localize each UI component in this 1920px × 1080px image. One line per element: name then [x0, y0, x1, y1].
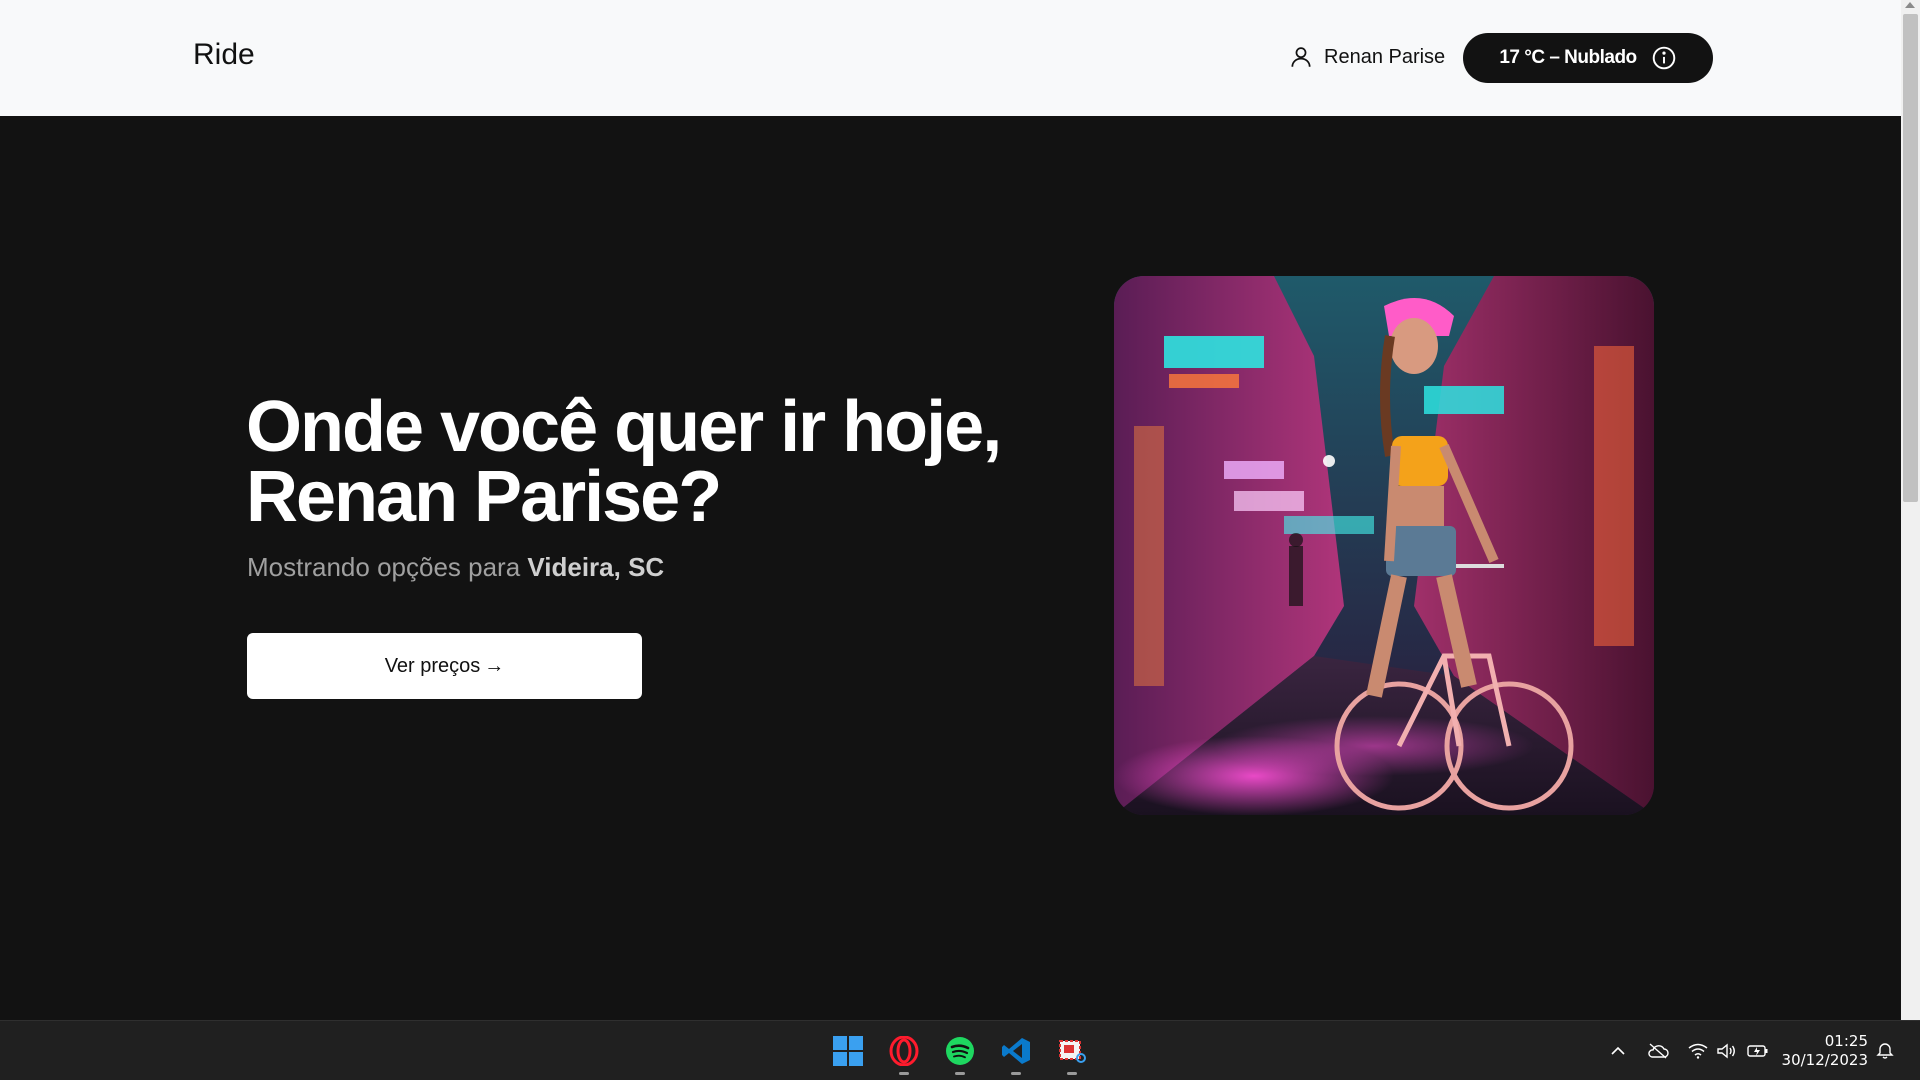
notification-bell-icon — [1876, 1043, 1894, 1059]
hero-title: Onde você quer ir hoje, Renan Parise? — [246, 391, 1026, 533]
user-icon — [1291, 47, 1311, 67]
weather-label: 17 °C – Nublado — [1499, 47, 1637, 68]
chevron-up-icon — [1611, 1046, 1625, 1055]
windows-taskbar: 01:25 30/12/2023 — [0, 1020, 1920, 1080]
onedrive-tray-button[interactable] — [1646, 1039, 1670, 1063]
page-scrollbar[interactable] — [1901, 0, 1920, 1020]
volume-tray-button[interactable] — [1714, 1039, 1738, 1063]
taskbar-opera[interactable] — [886, 1033, 922, 1075]
running-indicator — [955, 1072, 965, 1075]
windows-start-button[interactable] — [830, 1033, 866, 1069]
subtitle-prefix: Mostrando opções para — [247, 552, 528, 582]
cloud-offline-icon — [1648, 1043, 1669, 1059]
user-profile-button[interactable]: Renan Parise — [1288, 44, 1445, 70]
notifications-button[interactable] — [1873, 1039, 1897, 1063]
clock-time: 01:25 — [1824, 1032, 1868, 1050]
show-hidden-icons-button[interactable] — [1606, 1039, 1630, 1063]
scroll-up-icon[interactable] — [1905, 2, 1915, 8]
arrow-right-icon: → — [484, 654, 505, 677]
see-prices-label: Ver preços — [384, 654, 481, 677]
battery-charging-icon — [1747, 1045, 1768, 1057]
windows-start-icon — [833, 1036, 863, 1066]
weather-pill[interactable]: 17 °C – Nublado — [1463, 33, 1713, 83]
subtitle-location: Videira, SC — [527, 552, 665, 582]
info-icon — [1652, 46, 1675, 70]
taskbar-spotify[interactable] — [942, 1033, 978, 1075]
browser-viewport: Ride Renan Parise 17 °C – Nublado Onde v… — [0, 0, 1901, 1020]
taskbar-snipping-tool[interactable] — [1054, 1033, 1090, 1075]
hero-image — [1114, 276, 1654, 815]
battery-tray-button[interactable] — [1746, 1039, 1770, 1063]
see-prices-button[interactable]: Ver preços → — [247, 633, 642, 699]
opera-icon — [889, 1036, 919, 1066]
hero-subtitle: Mostrando opções para Videira, SC — [247, 552, 664, 583]
scrollbar-thumb[interactable] — [1903, 14, 1918, 502]
taskbar-vscode[interactable] — [998, 1033, 1034, 1075]
user-name: Renan Parise — [1324, 45, 1446, 68]
speaker-icon — [1717, 1043, 1735, 1059]
running-indicator — [1067, 1072, 1077, 1075]
system-clock[interactable]: 01:25 30/12/2023 — [1772, 1032, 1868, 1070]
snipping-tool-icon — [1059, 1040, 1086, 1063]
hero-title-line1: Onde você quer ir hoje, — [246, 387, 1002, 467]
wifi-icon — [1688, 1043, 1708, 1059]
spotify-icon — [946, 1037, 974, 1065]
vscode-icon — [1002, 1038, 1030, 1064]
top-navbar: Ride Renan Parise 17 °C – Nublado — [0, 0, 1901, 116]
clock-date: 30/12/2023 — [1781, 1051, 1868, 1069]
hero-title-line2: Renan Parise? — [246, 457, 722, 537]
wifi-tray-button[interactable] — [1686, 1039, 1710, 1063]
brand-logo[interactable]: Ride — [193, 38, 255, 72]
cyclist-neon-street-image — [1114, 276, 1654, 815]
running-indicator — [899, 1072, 909, 1075]
running-indicator — [1011, 1072, 1021, 1075]
